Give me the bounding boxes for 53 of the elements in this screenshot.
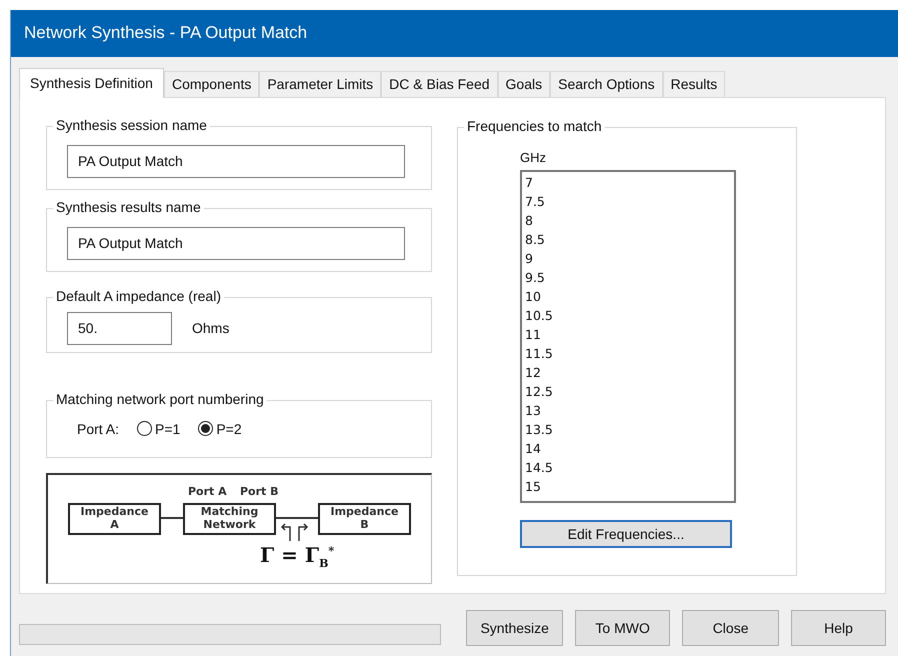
list-item[interactable]: 10	[525, 286, 734, 306]
unit-label: Ohms	[192, 320, 230, 336]
connector-line	[276, 516, 318, 519]
list-item[interactable]: 9	[525, 248, 734, 268]
port-label: Port A:	[77, 420, 120, 437]
group-label: Synthesis results name	[53, 198, 204, 215]
group-label: Frequencies to match	[464, 118, 605, 134]
tab[interactable]: Components	[164, 70, 260, 97]
tab[interactable]: Parameter Limits	[259, 70, 382, 97]
list-item[interactable]: 14	[525, 438, 734, 458]
list-item[interactable]: 8	[525, 210, 734, 230]
diagram-block: Matching Network	[183, 502, 276, 535]
connector-line	[161, 516, 183, 519]
reflection-arrows-drawing	[280, 522, 308, 542]
radio-icon[interactable]	[198, 421, 214, 436]
list-item[interactable]: 14.5	[525, 458, 734, 477]
port-label: Port B	[240, 484, 279, 498]
edit-frequencies-button[interactable]: Edit Frequencies...	[520, 520, 732, 548]
list-item[interactable]: 13.5	[525, 420, 734, 439]
tab[interactable]: Synthesis Definition	[19, 68, 164, 98]
dialog-button[interactable]: Help	[791, 610, 886, 646]
list-item[interactable]: 12	[525, 362, 734, 382]
radio-option[interactable]: P=2	[198, 420, 242, 437]
tab[interactable]: Results	[662, 70, 726, 97]
list-item[interactable]: 15	[525, 476, 734, 496]
port-label: Port A	[188, 484, 227, 498]
group-label: Default A impedance (real)	[53, 288, 224, 304]
list-item[interactable]: 7	[525, 172, 734, 192]
session-name-field[interactable]: PA Output Match	[67, 144, 405, 178]
radio-option[interactable]: P=1	[137, 420, 180, 437]
list-item[interactable]: 12.5	[525, 382, 734, 401]
results-name-field[interactable]: PA Output Match	[67, 226, 405, 260]
list-item[interactable]: 7.5	[525, 192, 734, 211]
list-item[interactable]: 11	[525, 324, 734, 344]
radio-icon[interactable]	[137, 421, 152, 436]
group-label: Synthesis session name	[53, 116, 210, 133]
list-item[interactable]: 9.5	[525, 268, 734, 287]
impedance-field[interactable]: 50.	[67, 312, 172, 345]
tab[interactable]: Search Options	[550, 70, 663, 97]
group-label: Matching network port numbering	[53, 390, 267, 407]
diagram-block: Impedance B	[318, 502, 411, 535]
dialog-button[interactable]: To MWO	[575, 610, 670, 646]
tab[interactable]: DC & Bias Feed	[381, 70, 498, 97]
list-item[interactable]: 10.5	[525, 306, 734, 325]
window-title: Network Synthesis - PA Output Match	[11, 10, 898, 57]
dialog-button[interactable]: Synthesize	[466, 610, 564, 646]
list-item[interactable]: 8.5	[525, 230, 734, 249]
list-item[interactable]: 11.5	[525, 344, 734, 363]
diagram-block: Impedance A	[68, 502, 161, 535]
tab[interactable]: Goals	[498, 70, 550, 97]
list-item[interactable]: 13	[525, 400, 734, 420]
unit-label: GHz	[520, 150, 547, 165]
dialog-button[interactable]: Close	[682, 610, 780, 646]
